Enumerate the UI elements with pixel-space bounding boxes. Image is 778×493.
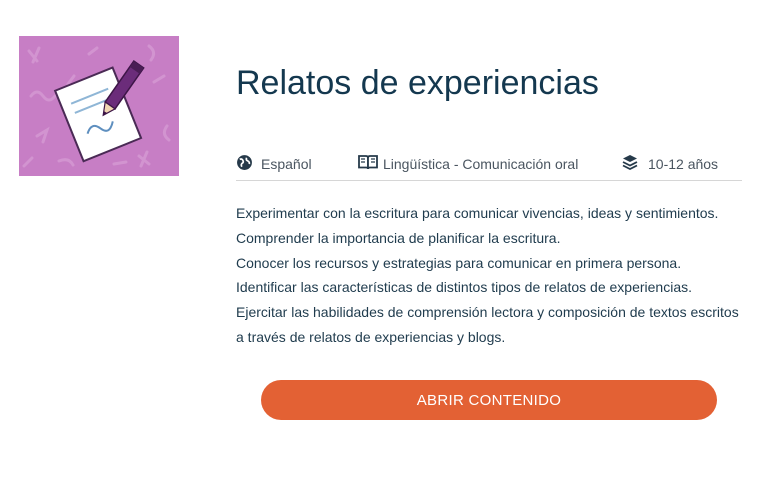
objective-item: Conocer los recursos y estrategias para … [236,254,682,271]
page-title: Relatos de experiencias [236,64,599,102]
book-icon [358,154,378,173]
resource-thumbnail [19,36,179,176]
layers-icon [622,154,638,173]
objective-item: a través de relatos de experiencias y bl… [236,328,506,345]
language-meta: Español [236,154,312,174]
resource-meta-bar: Español Lingüística - Comunicación oral … [236,150,742,181]
subject-meta: Lingüística - Comunicación oral [358,154,578,173]
objectives-list: Experimentar con la escritura para comun… [236,201,756,350]
objective-item: Identificar las características de disti… [236,279,693,296]
subject-label: Lingüística - Comunicación oral [383,155,579,172]
objective-item: Ejercitar las habilidades de comprensión… [236,304,739,321]
open-content-button[interactable]: ABRIR CONTENIDO [261,380,717,420]
objective-item: Experimentar con la escritura para comun… [236,205,719,221]
language-label: Español [261,156,312,172]
age-meta: 10-12 años [622,154,718,173]
age-label: 10-12 años [648,155,719,172]
globe-icon [236,154,253,174]
objective-item: Comprender la importancia de planificar … [236,229,561,246]
writing-paper-pencil-icon [19,36,179,176]
